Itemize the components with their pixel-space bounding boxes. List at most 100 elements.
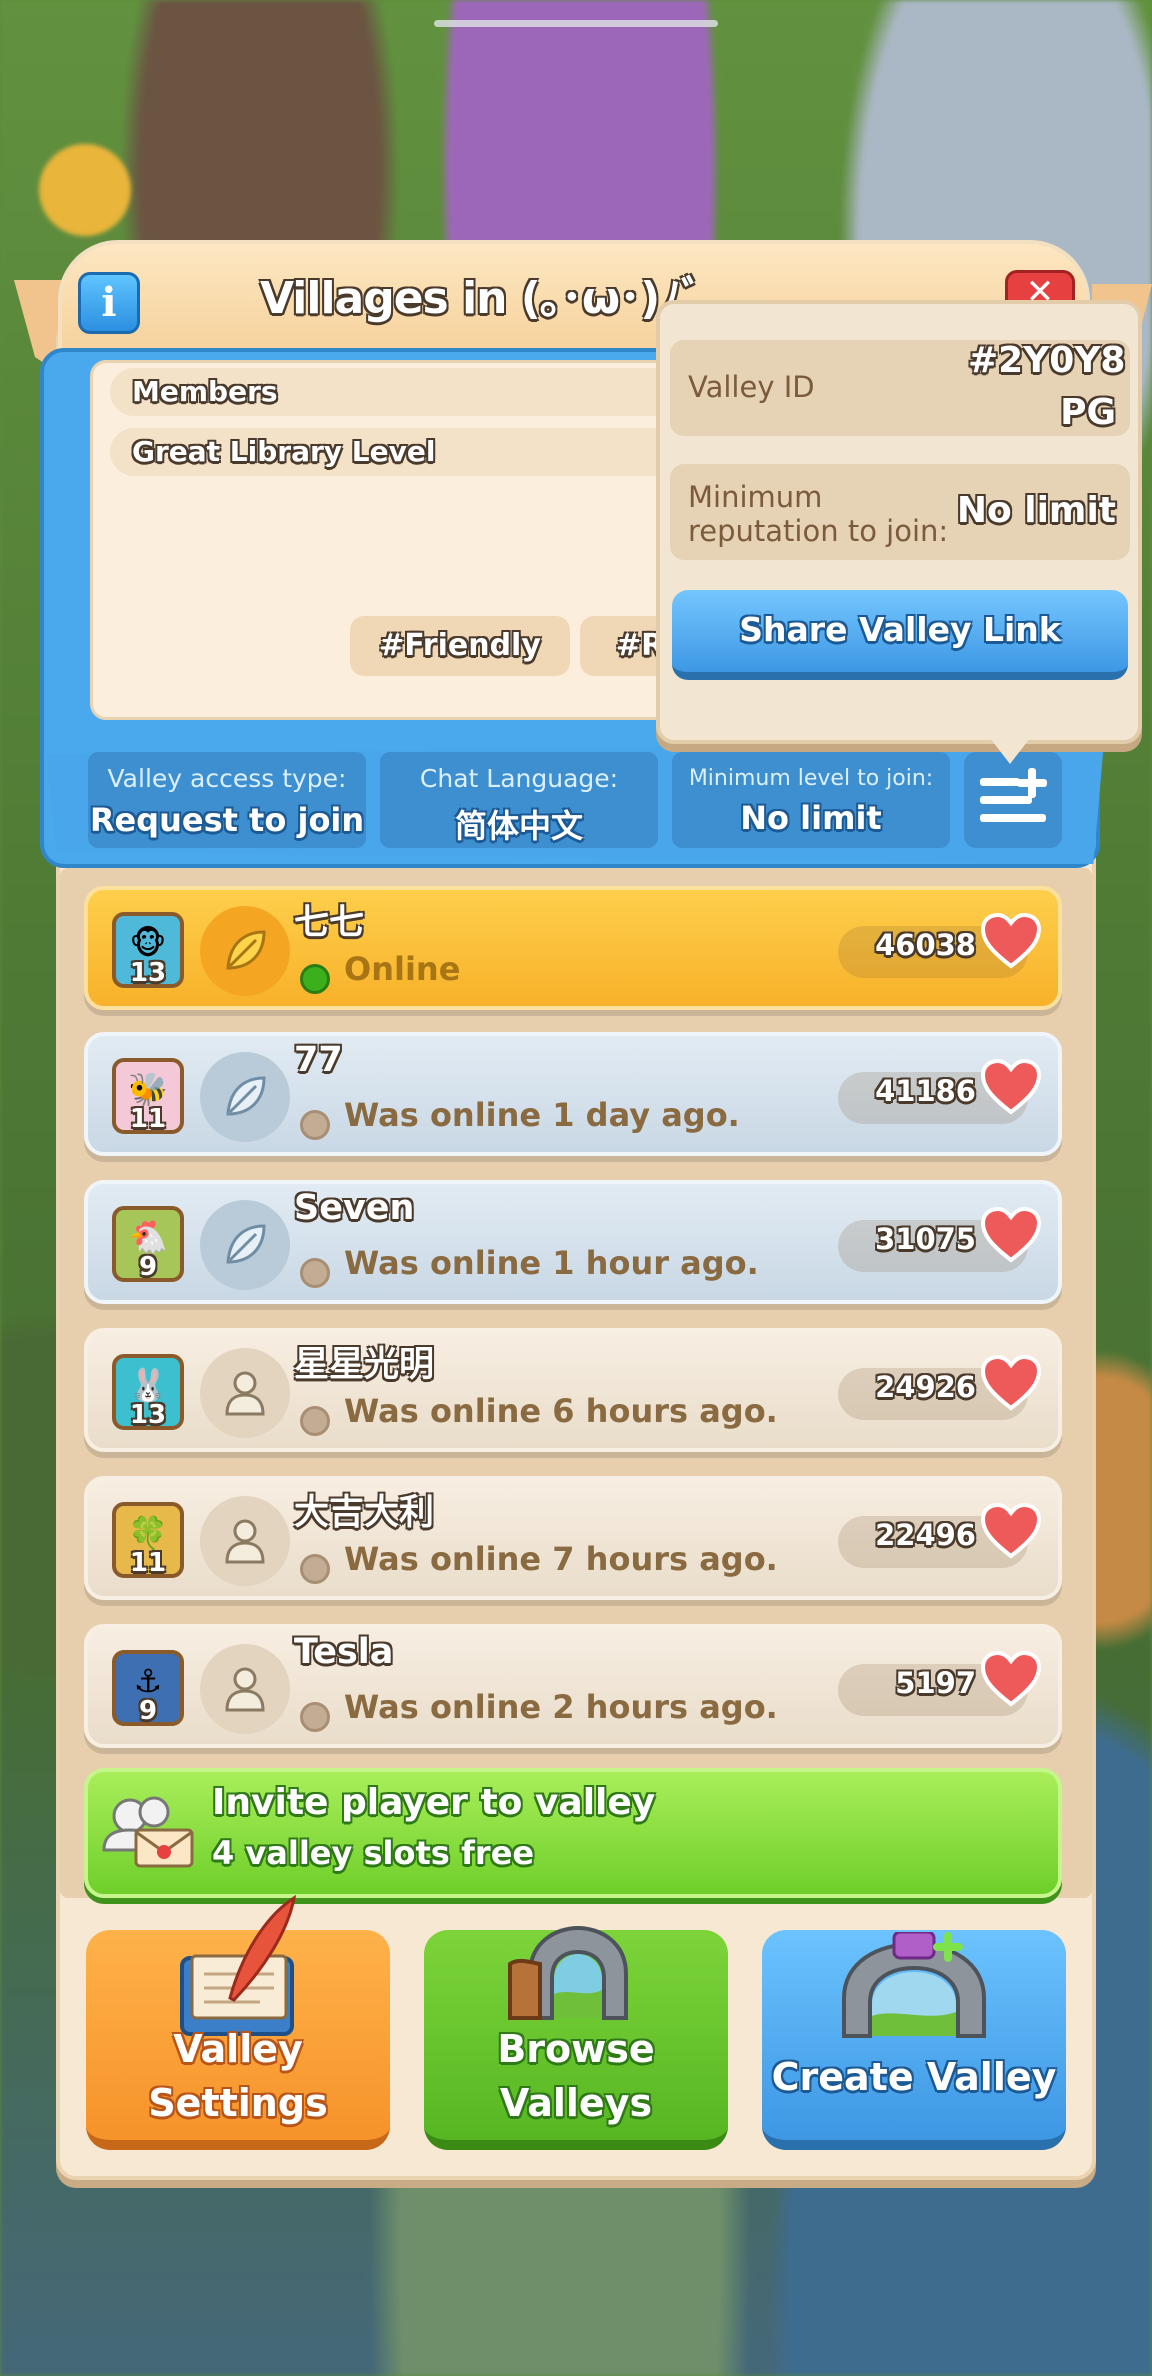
share-valley-link-button[interactable]: Share Valley Link xyxy=(672,590,1128,680)
valley-settings-button[interactable]: Valley Settings xyxy=(86,1894,390,2150)
person-icon xyxy=(225,1519,265,1564)
member-level: 13 xyxy=(129,958,167,988)
valley-settings-label-2: Settings xyxy=(148,2081,328,2125)
member-score: 22496 xyxy=(875,1518,976,1552)
member-avatar: 🐵 13 xyxy=(112,912,184,988)
silver-leaf-icon xyxy=(226,1224,266,1264)
member-name: Tesla xyxy=(294,1632,394,1672)
offline-indicator xyxy=(300,1702,330,1732)
valley-id-label: Valley ID xyxy=(688,370,815,404)
create-gate-icon xyxy=(842,1932,986,2038)
member-name: 77 xyxy=(294,1040,343,1080)
member-score: 41186 xyxy=(875,1074,976,1108)
heart-icon xyxy=(980,1058,1042,1115)
heart-icon xyxy=(980,1206,1042,1263)
member-score: 24926 xyxy=(875,1370,976,1404)
access-type-box: Valley access type: Request to join xyxy=(88,752,366,848)
clover-icon: 🍀 xyxy=(128,1514,168,1552)
details-toggle-button[interactable] xyxy=(964,752,1062,848)
bee-icon: 🐝 xyxy=(128,1070,168,1108)
valley-settings-label-1: Valley xyxy=(173,2027,303,2071)
member-score: 31075 xyxy=(875,1222,976,1256)
member-score: 5197 xyxy=(895,1666,976,1700)
member-name: Seven xyxy=(294,1188,415,1228)
heart-icon xyxy=(980,912,1042,969)
home-indicator xyxy=(434,20,718,27)
member-name: 星星光明 xyxy=(294,1345,435,1385)
tag-friendly: #Friendly xyxy=(350,616,570,676)
browse-valleys-button[interactable]: Browse Valleys xyxy=(424,1925,728,2150)
chat-language-box: Chat Language: 简体中文 xyxy=(380,752,658,848)
heart-icon xyxy=(980,1502,1042,1559)
chat-language-label: Chat Language: xyxy=(419,764,619,793)
min-reputation-value: No limit xyxy=(956,490,1116,531)
list-plus-icon xyxy=(980,768,1047,822)
min-reputation-label-2: reputation to join: xyxy=(688,514,949,548)
browse-valleys-label-1: Browse xyxy=(497,2027,655,2071)
monkey-icon: 🐵 xyxy=(129,924,167,962)
heart-icon xyxy=(980,1354,1042,1411)
member-level: 9 xyxy=(138,1696,158,1726)
rank-badge-silver xyxy=(200,1052,290,1142)
member-status: Was online 2 hours ago. xyxy=(344,1688,778,1726)
member-avatar: 🐝 11 xyxy=(112,1058,184,1134)
offline-indicator xyxy=(300,1110,330,1140)
info-button[interactable]: i xyxy=(78,272,140,334)
anchor-icon: ⚓ xyxy=(133,1662,163,1700)
offline-indicator xyxy=(300,1258,330,1288)
online-indicator xyxy=(300,964,330,994)
member-row[interactable]: 🍀 11 大吉大利 Was online 7 hours ago. 22496 xyxy=(84,1476,1062,1600)
member-name: 七七 xyxy=(294,903,365,943)
invite-title: Invite player to valley xyxy=(212,1782,656,1823)
offline-indicator xyxy=(300,1554,330,1584)
member-level: 13 xyxy=(129,1400,167,1430)
rank-badge-none xyxy=(200,1348,290,1438)
member-score: 46038 xyxy=(875,928,976,962)
member-status: Was online 7 hours ago. xyxy=(344,1540,778,1578)
valley-id-value-2: PG xyxy=(1060,392,1116,433)
access-type-label: Valley access type: xyxy=(107,764,347,793)
min-reputation-label-1: Minimum xyxy=(688,480,823,514)
rank-badge-none xyxy=(200,1644,290,1734)
member-status: Was online 1 hour ago. xyxy=(344,1244,759,1282)
person-icon xyxy=(225,1371,265,1416)
rank-badge-none xyxy=(200,1496,290,1586)
member-row[interactable]: 🐝 11 77 Was online 1 day ago. 41186 xyxy=(84,1032,1062,1156)
member-avatar: 🍀 11 xyxy=(112,1502,184,1578)
access-type-value: Request to join xyxy=(89,801,365,839)
member-level: 11 xyxy=(129,1548,167,1578)
gold-leaf-icon xyxy=(226,930,266,970)
browse-valleys-label-2: Valleys xyxy=(499,2081,653,2125)
valley-id-value-1: #2Y0Y8 xyxy=(968,340,1126,381)
member-level: 9 xyxy=(138,1252,158,1282)
chat-language-value: 简体中文 xyxy=(454,807,583,845)
panel-title: Villages in (｡･ω･)ﾉﾞ xyxy=(260,273,703,324)
member-row[interactable]: 🐰 13 星星光明 Was online 6 hours ago. 24926 xyxy=(84,1328,1062,1452)
member-level: 11 xyxy=(129,1104,167,1134)
member-status: Was online 6 hours ago. xyxy=(344,1392,778,1430)
stone-gate-icon xyxy=(508,1925,628,2020)
member-row[interactable]: 🐔 9 Seven Was online 1 hour ago. 31075 xyxy=(84,1180,1062,1304)
member-row[interactable]: 🐵 13 七七 Online 46038 xyxy=(84,886,1062,1010)
member-status: Online xyxy=(344,950,461,988)
member-name: 大吉大利 xyxy=(294,1493,435,1533)
rank-badge-silver xyxy=(200,1200,290,1290)
member-avatar: ⚓ 9 xyxy=(112,1650,184,1726)
offline-indicator xyxy=(300,1406,330,1436)
person-icon xyxy=(225,1667,265,1712)
create-valley-label: Create Valley xyxy=(771,2055,1057,2099)
member-avatar: 🐔 9 xyxy=(112,1206,184,1282)
chicken-icon: 🐔 xyxy=(128,1218,168,1256)
min-level-box: Minimum level to join: No limit xyxy=(672,752,950,848)
min-level-label: Minimum level to join: xyxy=(688,766,934,791)
rank-badge-gold xyxy=(200,906,290,996)
rabbit-icon: 🐰 xyxy=(128,1366,168,1404)
invite-slots: 4 valley slots free xyxy=(212,1834,535,1872)
create-valley-button[interactable]: Create Valley xyxy=(762,1930,1066,2150)
member-status: Was online 1 day ago. xyxy=(344,1096,740,1134)
member-avatar: 🐰 13 xyxy=(112,1354,184,1430)
heart-icon xyxy=(980,1650,1042,1707)
silver-leaf-icon xyxy=(226,1076,266,1116)
invite-letter-icon xyxy=(102,1796,194,1868)
member-row[interactable]: ⚓ 9 Tesla Was online 2 hours ago. 5197 xyxy=(84,1624,1062,1748)
